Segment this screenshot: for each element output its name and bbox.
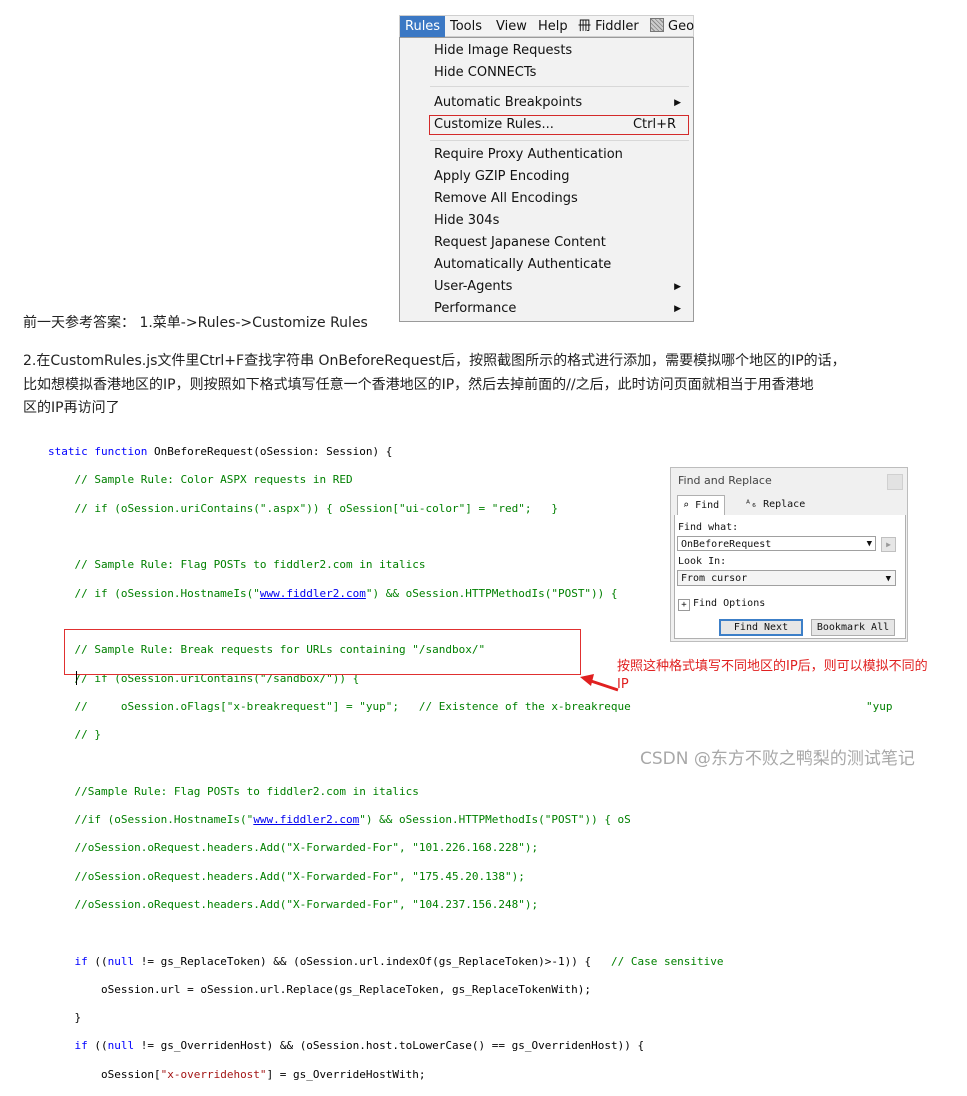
code-line-forwarded-2: //oSession.oRequest.headers.Add("X-Forwa… — [48, 869, 525, 883]
dialog-title: Find and Replace — [678, 474, 772, 487]
dialog-tabs: ⌕ Find ᴬ₆ Replace — [674, 493, 906, 516]
rules-dropdown: Hide Image Requests Hide CONNECTs Automa… — [399, 37, 694, 322]
code-line: oSession["x-overridehost"] = gs_Override… — [48, 1067, 426, 1081]
menu-separator — [430, 140, 689, 141]
find-what-value: OnBeforeRequest — [681, 539, 772, 550]
annotation-arrow-icon — [580, 674, 619, 692]
code-line: // if (oSession.HostnameIs("www.fiddler2… — [48, 586, 618, 600]
geo-grid-icon — [650, 18, 664, 32]
menu-help[interactable]: Help — [533, 16, 573, 37]
find-what-input[interactable]: OnBeforeRequest ▼ — [677, 536, 876, 551]
tab-replace-label: Replace — [763, 499, 806, 510]
menu-item-performance[interactable]: Performance ▶ — [434, 299, 685, 319]
code-line: oSession.url = oSession.url.Replace(gs_R… — [48, 982, 592, 996]
menu-fiddler[interactable]: 冊 Fiddler — [573, 16, 644, 37]
menu-item-customize-rules[interactable]: Customize Rules... Ctrl+R — [429, 115, 689, 135]
find-options-label[interactable]: Find Options — [693, 598, 765, 609]
close-icon[interactable] — [887, 474, 903, 490]
menu-fiddler-label: Fiddler — [595, 19, 639, 34]
submenu-arrow-icon: ▶ — [674, 282, 681, 292]
menu-item-apply-gzip[interactable]: Apply GZIP Encoding — [434, 167, 685, 187]
expand-options-icon[interactable]: + — [678, 599, 690, 611]
code-line: // oSession.oFlags["x-breakrequest"] = "… — [48, 699, 893, 713]
find-arrow-button[interactable]: ▶ — [881, 537, 896, 552]
code-line: } — [48, 1011, 82, 1025]
menu-tools[interactable]: Tools — [445, 16, 487, 37]
menu-item-hide-304s[interactable]: Hide 304s — [434, 211, 685, 231]
look-in-value: From cursor — [681, 573, 748, 584]
code-line: // Sample Rule: Flag POSTs to fiddler2.c… — [48, 558, 426, 572]
code-block: static function OnBeforeRequest(oSession… — [48, 431, 893, 1096]
code-line-forwarded-1: //oSession.oRequest.headers.Add("X-Forwa… — [48, 841, 539, 855]
menu-bar: Rules Tools View Help 冊 Fiddler Geo — [399, 15, 694, 37]
code-line: //if (oSession.HostnameIs("www.fiddler2.… — [48, 813, 631, 827]
menu-item-auto-authenticate[interactable]: Automatically Authenticate — [434, 255, 685, 275]
code-line-forwarded-3: //oSession.oRequest.headers.Add("X-Forwa… — [48, 897, 539, 911]
code-line: //Sample Rule: Flag POSTs to fiddler2.co… — [48, 784, 419, 798]
tab-find-label: Find — [695, 500, 720, 511]
answer-paragraph: 前一天参考答案： 1.菜单->Rules->Customize Rules — [23, 315, 368, 331]
bookmark-all-button[interactable]: Bookmark All — [811, 619, 895, 636]
look-in-select[interactable]: From cursor ▼ — [677, 570, 896, 586]
watermark: CSDN @东方不败之鸭梨的测试笔记 — [640, 749, 915, 769]
chevron-down-icon: ▼ — [885, 574, 891, 584]
code-link[interactable]: www.fiddler2.com — [260, 587, 366, 600]
text-cursor — [76, 671, 77, 685]
code-line: // if (oSession.uriContains(".aspx")) { … — [48, 501, 558, 515]
tab-find[interactable]: ⌕ Find — [677, 495, 726, 515]
annotation-note: 按照这种格式填写不同地区的IP后，则可以模拟不同的IP — [617, 659, 928, 692]
code-link[interactable]: www.fiddler2.com — [253, 813, 359, 826]
tab-replace[interactable]: ᴬ₆ Replace — [740, 495, 810, 514]
find-next-button[interactable]: Find Next — [719, 619, 803, 636]
code-line: // Sample Rule: Color ASPX requests in R… — [48, 473, 353, 487]
menu-geo[interactable]: Geo — [645, 16, 699, 37]
code-line: if ((null != gs_ReplaceToken) && (oSessi… — [74, 954, 724, 968]
shortcut-label: Ctrl+R — [632, 117, 676, 132]
instruction-line-1: 2.在CustomRules.js文件里Ctrl+F查找字符串 OnBefore… — [23, 353, 846, 369]
submenu-arrow-icon: ▶ — [674, 304, 681, 314]
code-line: static function OnBeforeRequest(oSession… — [48, 445, 393, 459]
chevron-down-icon[interactable]: ▼ — [867, 537, 872, 552]
menu-item-remove-encodings[interactable]: Remove All Encodings — [434, 189, 685, 209]
menu-geo-label: Geo — [668, 19, 695, 34]
menu-item-user-agents[interactable]: User-Agents ▶ — [434, 277, 685, 297]
binoculars-icon: ⌕ — [683, 500, 690, 511]
menu-item-hide-image-requests[interactable]: Hide Image Requests — [434, 41, 685, 61]
instruction-line-3: 区的IP再访问了 — [23, 400, 120, 416]
submenu-arrow-icon: ▶ — [674, 98, 681, 108]
menu-separator — [430, 86, 689, 87]
menu-item-automatic-breakpoints[interactable]: Automatic Breakpoints ▶ — [434, 93, 685, 113]
code-line: // } — [48, 728, 101, 742]
menu-rules[interactable]: Rules — [400, 16, 446, 37]
find-replace-dialog: Find and Replace ⌕ Find ᴬ₆ Replace Find … — [670, 467, 908, 642]
menu-item-hide-connects[interactable]: Hide CONNECTs — [434, 63, 685, 83]
replace-icon: ᴬ₆ — [745, 499, 758, 510]
menu-view[interactable]: View — [491, 16, 532, 37]
fiddler-grid-icon: 冊 — [578, 19, 592, 34]
menu-item-request-japanese[interactable]: Request Japanese Content — [434, 233, 685, 253]
menu-item-require-proxy-auth[interactable]: Require Proxy Authentication — [434, 145, 685, 165]
instruction-line-2: 比如想模拟香港地区的IP，则按照如下格式填写任意一个香港地区的IP，然后去掉前面… — [23, 377, 814, 393]
rules-menu: Rules Tools View Help 冊 Fiddler Geo Hide… — [399, 15, 694, 322]
forwarded-for-highlight-box — [64, 629, 581, 675]
code-line: if ((null != gs_OverridenHost) && (oSess… — [74, 1039, 645, 1053]
find-what-label: Find what: — [678, 522, 739, 533]
look-in-label: Look In: — [678, 556, 727, 567]
